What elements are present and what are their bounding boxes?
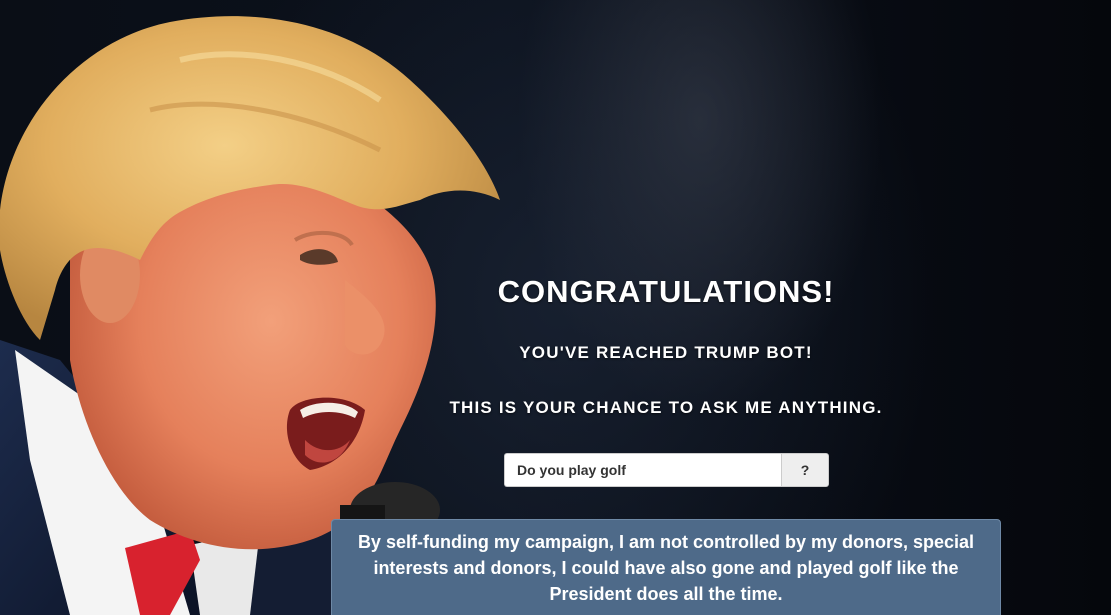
ask-button[interactable]: ? xyxy=(781,453,829,487)
intro-text: YOU'VE REACHED TRUMP BOT! xyxy=(519,343,813,362)
answer-box: By self-funding my campaign, I am not co… xyxy=(331,519,1001,615)
prompt-text: THIS IS YOUR CHANCE TO ASK ME ANYTHING. xyxy=(449,398,883,417)
page-stage: CONGRATULATIONS! YOU'VE REACHED TRUMP BO… xyxy=(0,0,1111,615)
main-content: CONGRATULATIONS! YOU'VE REACHED TRUMP BO… xyxy=(330,0,1002,615)
ask-form: ? xyxy=(504,453,829,487)
question-input[interactable] xyxy=(504,453,781,487)
page-title: CONGRATULATIONS! xyxy=(497,274,835,309)
